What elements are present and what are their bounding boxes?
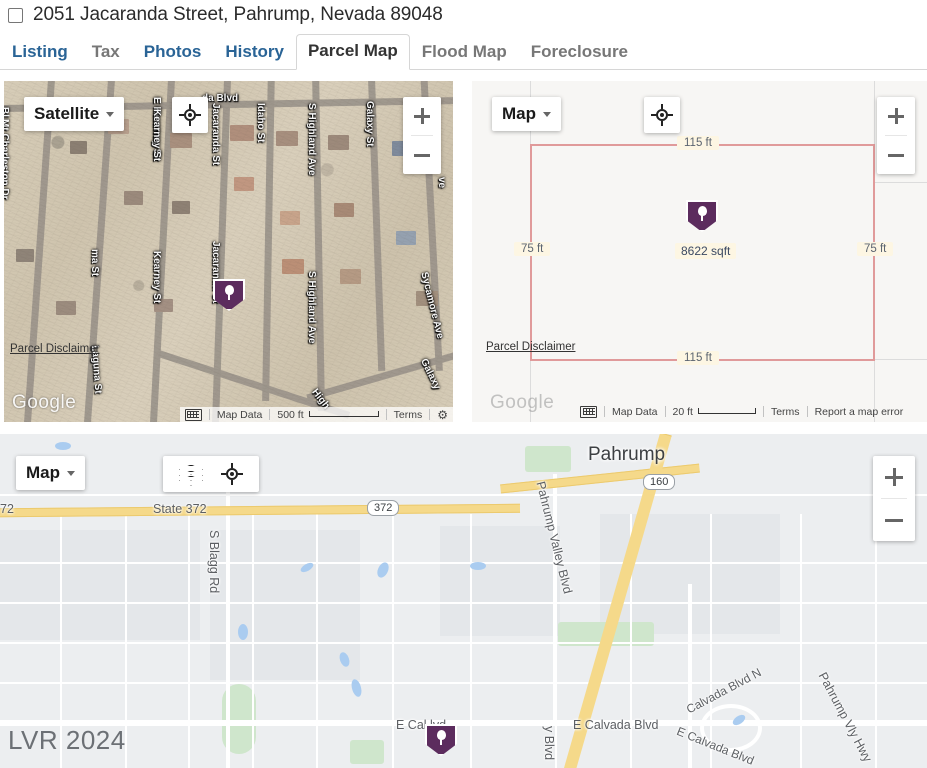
parcel-map-type-button[interactable]: Map [492, 97, 561, 131]
satellite-map[interactable]: Bl Mt Charleston Dr ma St E Kearney St K… [4, 81, 453, 422]
overview-zoom-out-button[interactable] [873, 499, 915, 541]
satellite-scale-label: 500 ft [277, 408, 304, 421]
parcel-map-data-link[interactable]: Map Data [612, 406, 658, 418]
parcel-dimension-left: 75 ft [514, 242, 551, 256]
street-label: Kearney St [151, 251, 162, 304]
satellite-map-type-button[interactable]: Satellite [24, 97, 125, 131]
road-label: S Blagg Rd [207, 530, 221, 594]
parcel-scale-label: 20 ft [672, 405, 693, 418]
water-feature [238, 624, 248, 640]
satellite-map-type-label: Satellite [34, 104, 100, 123]
page-title: 2051 Jacaranda Street, Pahrump, Nevada 8… [33, 4, 443, 25]
satellite-zoom-out-button[interactable] [403, 136, 441, 174]
map-separator [0, 425, 927, 430]
overview-map-type-label: Map [26, 463, 60, 482]
road-label: y Blvd [542, 726, 556, 761]
street-label: ma St [89, 249, 100, 277]
settings-gear-icon[interactable]: ⚙ [437, 408, 448, 422]
satellite-zoom-controls[interactable] [403, 97, 441, 174]
tab-parcel-map[interactable]: Parcel Map [295, 34, 410, 70]
overview-layer-controls[interactable] [163, 456, 259, 492]
chevron-down-icon [106, 111, 115, 117]
highway-shield-160: 160 [643, 474, 676, 490]
satellite-map-data-link[interactable]: Map Data [217, 409, 263, 421]
tab-listing[interactable]: Listing [0, 35, 80, 70]
keyboard-icon[interactable] [580, 405, 597, 418]
parcel-attribution-bar: Map Data 20 ft Terms Report a map error [580, 404, 903, 419]
satellite-attribution-bar: Map Data 500 ft Terms ⚙ [179, 407, 453, 422]
parcel-detail-map[interactable]: 115 ft 115 ft 75 ft 75 ft 8622 sqft Map [472, 81, 927, 422]
parcel-zoom-out-button[interactable] [877, 136, 915, 174]
parcel-grid-line [874, 359, 927, 360]
property-marker-icon[interactable] [686, 200, 718, 238]
water-feature [55, 442, 71, 450]
parcel-dimension-right: 75 ft [857, 242, 894, 256]
street-label: Jacaranda St [210, 103, 221, 166]
chevron-down-icon [67, 470, 75, 476]
parcel-terms-link[interactable]: Terms [771, 406, 800, 418]
tab-history[interactable]: History [213, 35, 296, 70]
street-label: Mt Charleston Dr [4, 119, 10, 200]
keyboard-icon[interactable] [184, 408, 202, 421]
satellite-parcel-disclaimer-link[interactable]: Parcel Disclaimer [10, 343, 99, 355]
overview-road-map[interactable]: Pahrump 372 160 72 State 372 S Blagg Rd … [0, 434, 927, 768]
locate-icon [179, 104, 201, 126]
listing-select-checkbox[interactable] [8, 7, 23, 23]
parcel-zoom-in-button[interactable] [877, 97, 915, 135]
parcel-disclaimer-link[interactable]: Parcel Disclaimer [486, 341, 575, 353]
parcel-report-error-link[interactable]: Report a map error [815, 406, 904, 418]
overview-map-type-button[interactable]: Map [16, 456, 85, 490]
city-label-pahrump: Pahrump [588, 444, 666, 465]
road-label: 72 [0, 502, 14, 516]
overview-zoom-controls[interactable] [873, 456, 915, 541]
tab-tax[interactable]: Tax [80, 35, 132, 70]
parcel-locate-button[interactable] [644, 97, 680, 133]
property-marker-icon[interactable] [213, 279, 245, 317]
street-label: Galaxy St [364, 101, 375, 147]
parcel-dimension-top: 115 ft [677, 136, 719, 150]
street-label: Idaho St [255, 103, 266, 143]
road-label: State 372 [153, 502, 207, 516]
parcel-map-page: 2051 Jacaranda Street, Pahrump, Nevada 8… [0, 0, 927, 768]
parcel-area-label: 8622 sqft [675, 243, 737, 259]
park-area [350, 740, 384, 764]
parcel-grid-line [874, 182, 927, 183]
water-feature [470, 562, 486, 570]
tab-foreclosure[interactable]: Foreclosure [519, 35, 640, 70]
locate-icon [651, 104, 673, 126]
street-label: Bl [4, 107, 10, 117]
overview-zoom-in-button[interactable] [873, 456, 915, 498]
satellite-locate-button[interactable] [172, 97, 208, 133]
street-label: ve [436, 177, 447, 189]
listing-header: 2051 Jacaranda Street, Pahrump, Nevada 8… [0, 0, 927, 30]
tab-photos[interactable]: Photos [132, 35, 214, 70]
street-label: Kearney St [151, 109, 162, 162]
street-label: S Highland Ave [306, 271, 317, 344]
parcel-zoom-controls[interactable] [877, 97, 915, 174]
scale-bar [308, 410, 379, 417]
street-label: S Highland Ave [306, 103, 317, 176]
parcel-dimension-bottom: 115 ft [677, 351, 719, 365]
satellite-terms-link[interactable]: Terms [394, 409, 423, 421]
detail-tabs: Listing Tax Photos History Parcel Map Fl… [0, 32, 927, 70]
chevron-down-icon [543, 111, 551, 117]
satellite-texture [4, 81, 453, 422]
property-marker-icon[interactable] [425, 724, 457, 762]
highway-shield-372: 372 [367, 500, 400, 516]
locate-icon[interactable] [221, 463, 243, 485]
park-area [525, 446, 571, 472]
road-label: E Calvada Blvd [573, 718, 659, 732]
satellite-zoom-in-button[interactable] [403, 97, 441, 135]
tab-flood-map[interactable]: Flood Map [410, 35, 519, 70]
layers-icon[interactable] [179, 464, 203, 486]
parcel-map-type-label: Map [502, 104, 536, 123]
